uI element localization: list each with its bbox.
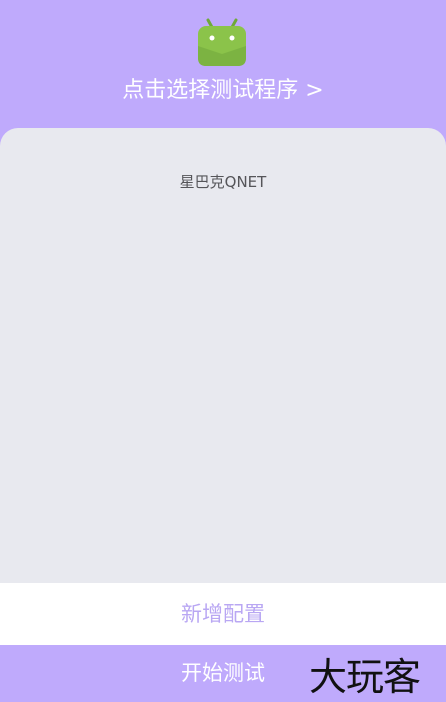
program-list-item[interactable]: 星巴克QNET — [0, 172, 446, 192]
watermark-logo: 大玩客 — [309, 655, 421, 699]
program-list-panel: 星巴克QNET — [0, 128, 446, 583]
android-icon[interactable] — [196, 16, 248, 68]
header: 点击选择测试程序 > — [0, 0, 446, 130]
select-program-link[interactable]: 点击选择测试程序 > — [0, 77, 446, 105]
add-config-button[interactable]: 新增配置 — [0, 583, 446, 645]
